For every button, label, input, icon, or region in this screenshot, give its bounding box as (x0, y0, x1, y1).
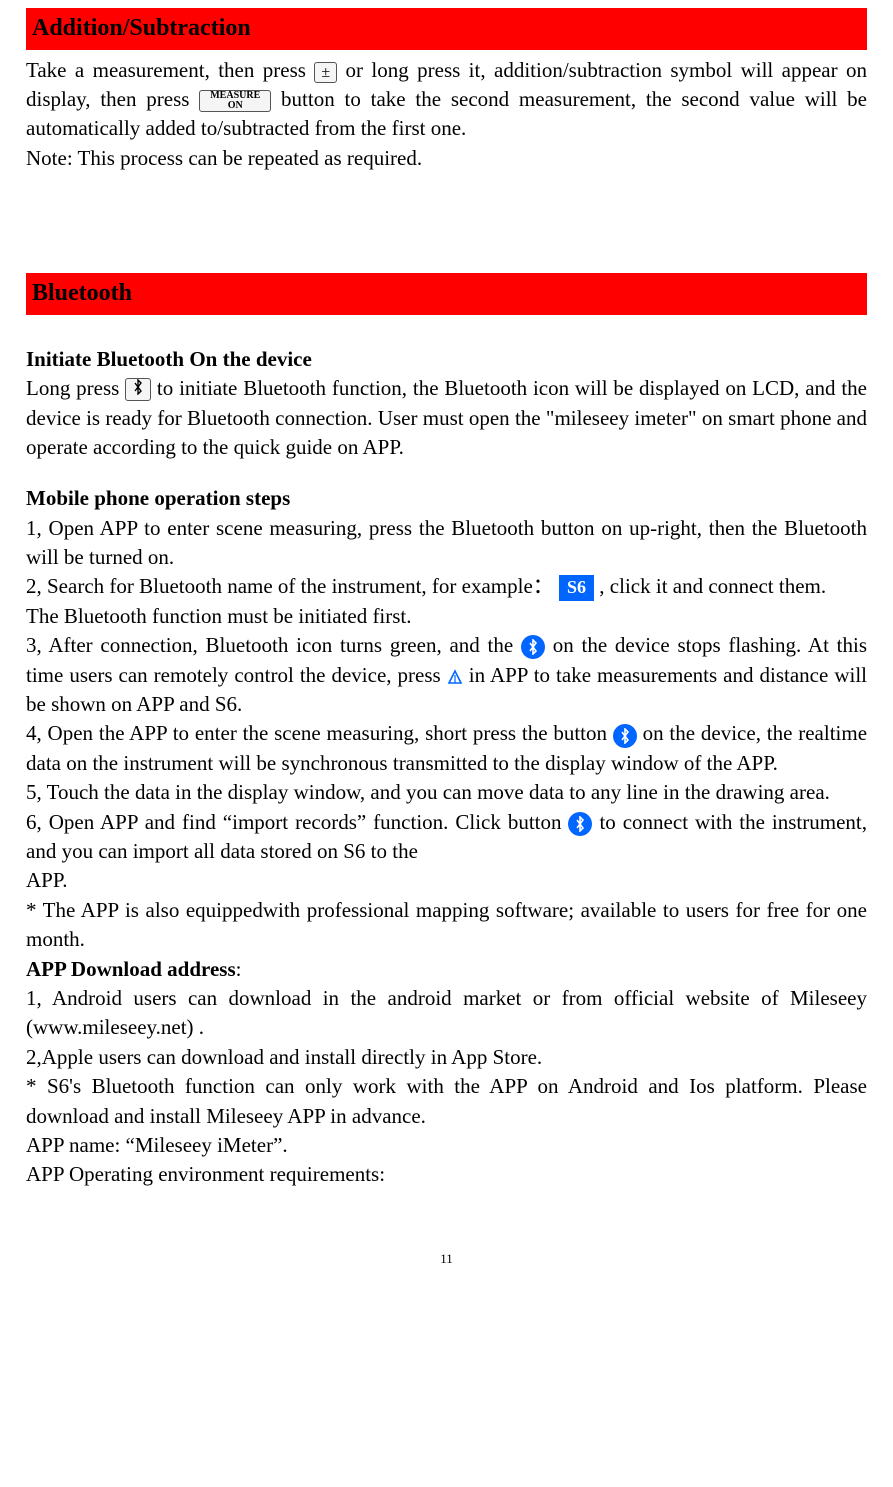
step3-text-a: 3, After connection, Bluetooth icon turn… (26, 633, 513, 657)
page-number: 11 (26, 1250, 867, 1268)
bluetooth-circle-icon (568, 812, 592, 836)
addsub-text-1: Take a measurement, then press (26, 58, 314, 82)
step-6: 6, Open APP and find “import records” fu… (26, 808, 867, 867)
bluetooth-button-icon (125, 378, 151, 401)
step-3: 3, After connection, Bluetooth icon turn… (26, 631, 867, 719)
step2-text-b: , click it and connect them. (599, 574, 826, 598)
init-text-b: to initiate Bluetooth function, the Blue… (26, 376, 867, 459)
initiate-heading: Initiate Bluetooth On the device (26, 345, 867, 374)
download-1: 1, Android users can download in the and… (26, 984, 867, 1043)
bluetooth-circle-icon (613, 724, 637, 748)
step6-text-a: 6, Open APP and find “import records” fu… (26, 810, 568, 834)
note-mapping: * The APP is also equippedwith professio… (26, 896, 867, 955)
s6-badge-icon: S6 (559, 575, 594, 600)
step-1: 1, Open APP to enter scene measuring, pr… (26, 514, 867, 573)
download-heading-line: APP Download address: (26, 955, 867, 984)
measure-triangle-icon (447, 669, 463, 685)
step2-text-a: 2, Search for Bluetooth name of the inst… (26, 574, 554, 598)
step-6-app: APP. (26, 866, 867, 895)
plus-minus-button-icon: ± (314, 62, 337, 83)
download-heading: APP Download address (26, 957, 236, 981)
download-colon: : (236, 957, 242, 981)
section-header-bluetooth: Bluetooth (26, 273, 867, 315)
step-4: 4, Open the APP to enter the scene measu… (26, 719, 867, 778)
step4-text-a: 4, Open the APP to enter the scene measu… (26, 721, 607, 745)
initiate-paragraph: Long press to initiate Bluetooth functio… (26, 374, 867, 462)
addsub-paragraph: Take a measurement, then press ± or long… (26, 56, 867, 144)
addsub-note: Note: This process can be repeated as re… (26, 144, 867, 173)
env-req-line: APP Operating environment requirements: (26, 1160, 867, 1189)
section-header-addsub: Addition/Subtraction (26, 8, 867, 50)
step-2-note: The Bluetooth function must be initiated… (26, 602, 867, 631)
bluetooth-circle-icon (521, 635, 545, 659)
step-5: 5, Touch the data in the display window,… (26, 778, 867, 807)
init-text-a: Long press (26, 376, 125, 400)
step-2: 2, Search for Bluetooth name of the inst… (26, 572, 867, 601)
note-platform: * S6's Bluetooth function can only work … (26, 1072, 867, 1131)
app-name-line: APP name: “Mileseey iMeter”. (26, 1131, 867, 1160)
download-2: 2,Apple users can download and install d… (26, 1043, 867, 1072)
measure-on-button-icon: MEASUREON (199, 90, 271, 112)
mobile-steps-heading: Mobile phone operation steps (26, 484, 867, 513)
